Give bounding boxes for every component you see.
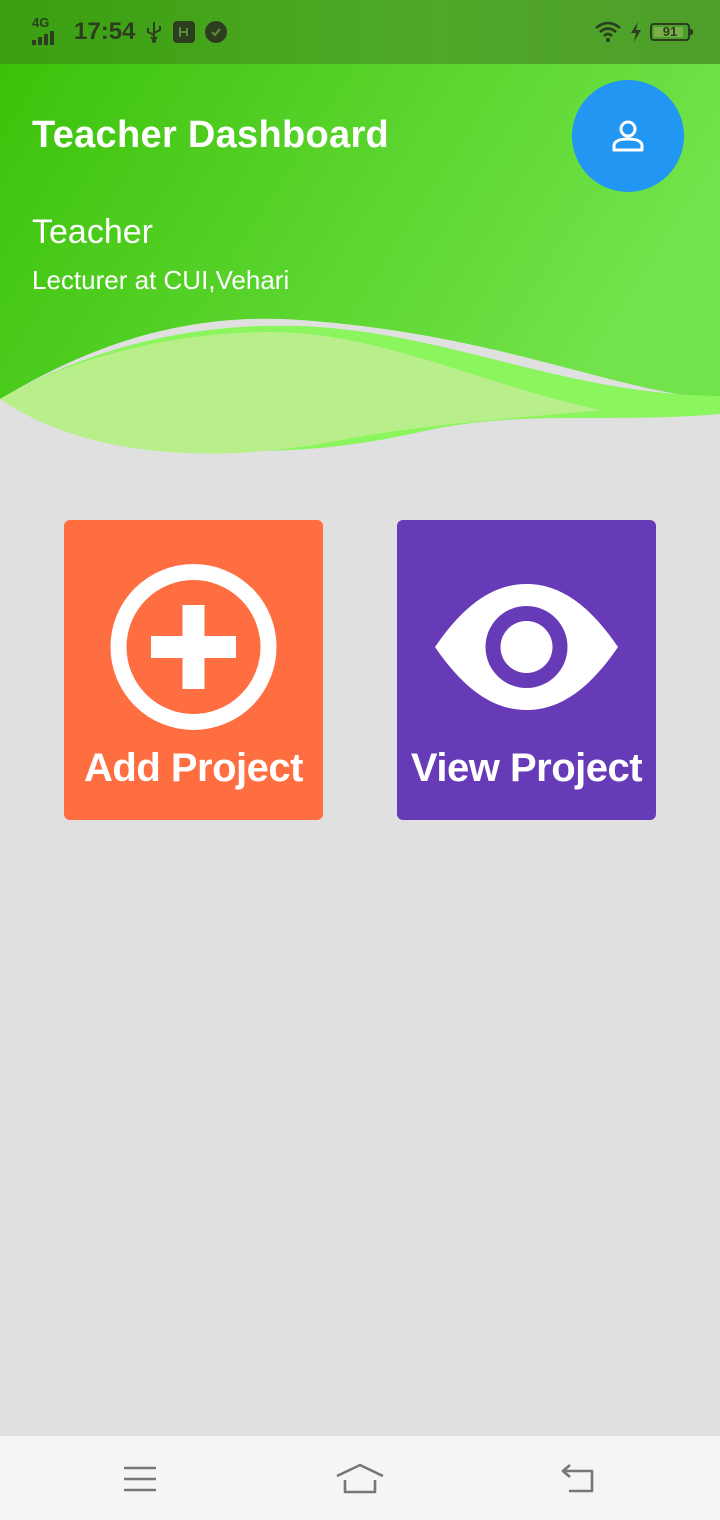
back-button[interactable] [548, 1454, 608, 1504]
eye-icon [435, 584, 618, 710]
status-time: 17:54 [74, 18, 136, 45]
status-left: 4G 17:54 [32, 15, 228, 48]
app-notification-icon [173, 21, 196, 43]
profile-button[interactable] [572, 80, 684, 192]
page-title: Teacher Dashboard [32, 114, 390, 156]
add-project-card[interactable]: Add Project [64, 520, 323, 820]
add-circle-icon [110, 564, 277, 730]
view-project-card[interactable]: View Project [397, 520, 656, 820]
system-nav-bar [0, 1436, 720, 1520]
view-project-label: View Project [410, 746, 643, 790]
network-type: 4G [32, 15, 50, 30]
wifi-icon [595, 21, 621, 43]
battery-level: 91 [662, 24, 678, 39]
user-name: Teacher [32, 213, 153, 251]
menu-button[interactable] [110, 1454, 170, 1504]
battery-icon: 91 [650, 23, 693, 41]
usb-icon [147, 22, 162, 43]
network-indicator: 4G [32, 15, 64, 47]
home-icon [336, 1463, 384, 1494]
home-button[interactable] [330, 1454, 390, 1504]
add-project-label: Add Project [84, 746, 303, 790]
person-icon [612, 120, 644, 152]
status-bar: 4G 17:54 91 [0, 0, 720, 64]
user-role: Lecturer at CUI,Vehari [32, 265, 290, 295]
charging-icon [631, 22, 641, 42]
back-icon [561, 1464, 594, 1493]
check-notification-icon [205, 21, 228, 43]
status-right: 91 [594, 16, 693, 48]
signal-bars-icon [32, 31, 54, 45]
menu-icon [124, 1466, 156, 1492]
